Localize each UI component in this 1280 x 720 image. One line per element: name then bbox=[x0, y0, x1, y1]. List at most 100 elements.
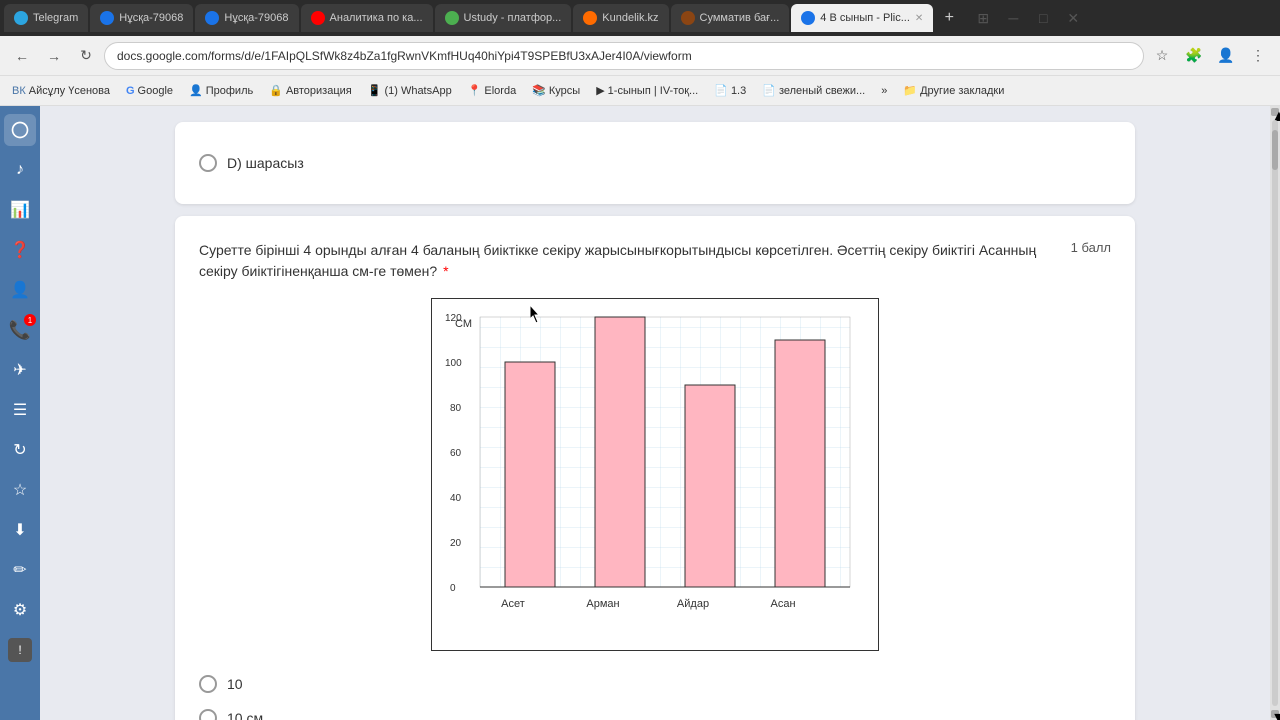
address-bar[interactable]: docs.google.com/forms/d/e/1FAIpQLSfWk8z4… bbox=[104, 42, 1144, 70]
bookmark-green[interactable]: 📄 зеленый свежи... bbox=[758, 82, 869, 99]
tab-label-current: 4 В сынып - Plic... bbox=[820, 12, 910, 24]
sidebar-download-icon[interactable]: ⬇ bbox=[4, 514, 36, 546]
radio-10[interactable] bbox=[199, 675, 217, 693]
question-text: Суретте бірінші 4 орынды алған 4 баланың… bbox=[199, 240, 1055, 282]
x-label-aset: Асет bbox=[501, 598, 525, 610]
tab-icon-nuska1 bbox=[100, 11, 114, 25]
bar-asan bbox=[775, 340, 825, 587]
bookmark-more[interactable]: » bbox=[877, 83, 891, 99]
tab-label-nuska1: Нұсқа-79068 bbox=[119, 12, 183, 24]
question-points: 1 балл bbox=[1071, 240, 1111, 255]
bookmark-auth[interactable]: 🔒 Авторизация bbox=[265, 82, 356, 99]
bookmark-aisulu[interactable]: ВК Айсұлу Үсенова bbox=[8, 83, 114, 99]
sidebar-list-icon[interactable]: ☰ bbox=[4, 394, 36, 426]
bookmark-icon-kursy: 📚 bbox=[532, 84, 546, 97]
tab-label-ustudy: Ustudy - платфор... bbox=[464, 12, 562, 24]
sidebar-user-icon[interactable]: 👤 bbox=[4, 274, 36, 306]
maximize-button[interactable]: □ bbox=[1029, 4, 1057, 32]
tab-icon-current bbox=[801, 11, 815, 25]
bookmark-label-profile: Профиль bbox=[206, 85, 254, 97]
bookmark-elorda[interactable]: 📍 Elorda bbox=[464, 82, 521, 99]
bookmark-other[interactable]: 📁 Другие закладки bbox=[899, 82, 1008, 99]
answer-option-10[interactable]: 10 bbox=[199, 667, 1111, 701]
sidebar-vk-icon[interactable] bbox=[4, 114, 36, 146]
close-button[interactable]: ✕ bbox=[1059, 4, 1087, 32]
tab-icon-nuska2 bbox=[205, 11, 219, 25]
x-label-arman: Арман bbox=[586, 598, 619, 610]
tab-icon-analytics bbox=[311, 11, 325, 25]
bookmark-label-aisulu: Айсұлу Үсенова bbox=[29, 85, 110, 97]
sidebar-settings-icon[interactable]: ⚙ bbox=[4, 594, 36, 626]
sidebar-refresh-icon[interactable]: ↻ bbox=[4, 434, 36, 466]
tab-nuska2[interactable]: Нұсқа-79068 bbox=[195, 4, 298, 32]
settings-button[interactable]: ⋮ bbox=[1244, 42, 1272, 70]
tab-kundelik[interactable]: Kundelik.kz bbox=[573, 4, 668, 32]
tab-label-kundelik: Kundelik.kz bbox=[602, 12, 658, 24]
radio-10cm[interactable] bbox=[199, 709, 217, 720]
back-button[interactable]: ← bbox=[8, 42, 36, 70]
x-label-aidar: Айдар bbox=[677, 598, 709, 610]
tab-summative[interactable]: Сумматив бағ... bbox=[671, 4, 790, 32]
tab-analytics[interactable]: Аналитика по ка... bbox=[301, 4, 433, 32]
new-tab-button[interactable]: + bbox=[935, 4, 963, 32]
sidebar-telegram-icon[interactable]: ✈ bbox=[4, 354, 36, 386]
bookmark-13[interactable]: 📄 1.3 bbox=[710, 82, 750, 99]
scrollbar-down-arrow[interactable]: ▼ bbox=[1271, 710, 1279, 718]
sidebar-question-icon[interactable]: ❓ bbox=[4, 234, 36, 266]
sidebar-star-icon[interactable]: ☆ bbox=[4, 474, 36, 506]
bookmark-whatsapp[interactable]: 📱 (1) WhatsApp bbox=[364, 82, 456, 99]
answer-option-d[interactable]: D) шарасыз bbox=[199, 146, 1111, 180]
tab-ustudy[interactable]: Ustudy - платфор... bbox=[435, 4, 572, 32]
scrollbar-track bbox=[1272, 120, 1278, 706]
previous-question-card: D) шарасыз bbox=[175, 122, 1135, 204]
sidebar-edit-icon[interactable]: ✏ bbox=[4, 554, 36, 586]
chart-container: СМ 0 20 40 60 80 100 120 bbox=[199, 298, 1111, 651]
tab-icon-kundelik bbox=[583, 11, 597, 25]
tab-telegram[interactable]: Telegram bbox=[4, 4, 88, 32]
bookmark-label-elorda: Elorda bbox=[484, 85, 516, 97]
y-label-40: 40 bbox=[450, 493, 462, 504]
tab-close-icon[interactable]: ✕ bbox=[915, 13, 923, 24]
bookmark-icon-auth: 🔒 bbox=[269, 84, 283, 97]
tab-label-analytics: Аналитика по ка... bbox=[330, 12, 423, 24]
sidebar-phone-icon[interactable]: 📞 1 bbox=[4, 314, 36, 346]
bookmark-icon-elorda: 📍 bbox=[468, 84, 482, 97]
question-header: Суретте бірінші 4 орынды алған 4 баланың… bbox=[199, 240, 1111, 282]
y-label-0: 0 bbox=[450, 583, 456, 594]
tab-icon-ustudy bbox=[445, 11, 459, 25]
bookmark-google[interactable]: G Google bbox=[122, 83, 177, 99]
tab-current[interactable]: 4 В сынып - Plic... ✕ bbox=[791, 4, 933, 32]
bookmark-label-google: Google bbox=[138, 85, 173, 97]
bookmark-icon-aisulu: ВК bbox=[12, 85, 26, 97]
bookmark-profile[interactable]: 👤 Профиль bbox=[185, 82, 257, 99]
bookmark-label-kursy: Курсы bbox=[549, 85, 580, 97]
answer-d-label: D) шарасыз bbox=[227, 155, 304, 171]
chart-wrapper: СМ 0 20 40 60 80 100 120 bbox=[431, 298, 879, 651]
bookmark-label-1class: 1-сынып | IV-тоқ... bbox=[608, 85, 699, 97]
form-content: D) шарасыз Суретте бірінші 4 орынды алға… bbox=[40, 106, 1270, 720]
forward-button[interactable]: → bbox=[40, 42, 68, 70]
right-scrollbar[interactable]: ▲ ▼ bbox=[1270, 106, 1280, 720]
extensions-icon[interactable]: 🧩 bbox=[1180, 42, 1208, 70]
tab-icon-telegram bbox=[14, 11, 28, 25]
scrollbar-up-arrow[interactable]: ▲ bbox=[1271, 108, 1279, 116]
tab-nuska1[interactable]: Нұсқа-79068 bbox=[90, 4, 193, 32]
profile-button[interactable]: 👤 bbox=[1212, 42, 1240, 70]
minimize-button[interactable]: ─ bbox=[999, 4, 1027, 32]
sidebar-warning-icon[interactable]: ! bbox=[4, 634, 36, 666]
sidebar-music-icon[interactable]: ♪ bbox=[4, 154, 36, 186]
extensions-button[interactable]: ⊞ bbox=[969, 4, 997, 32]
scrollbar-thumb[interactable] bbox=[1272, 130, 1278, 170]
bookmark-page-button[interactable]: ☆ bbox=[1148, 42, 1176, 70]
reload-button[interactable]: ↻ bbox=[72, 42, 100, 70]
tab-label-telegram: Telegram bbox=[33, 12, 78, 24]
bookmark-kursy[interactable]: 📚 Курсы bbox=[528, 82, 584, 99]
main-question-card: Суретте бірінші 4 орынды алған 4 баланың… bbox=[175, 216, 1135, 720]
y-label-20: 20 bbox=[450, 538, 462, 549]
bookmark-1class[interactable]: ▶ 1-сынып | IV-тоқ... bbox=[592, 82, 702, 99]
radio-d[interactable] bbox=[199, 154, 217, 172]
sidebar-stats-icon[interactable]: 📊 bbox=[4, 194, 36, 226]
bar-arman bbox=[595, 317, 645, 587]
tab-label-summative: Сумматив бағ... bbox=[700, 12, 780, 24]
answer-option-10cm[interactable]: 10 см bbox=[199, 701, 1111, 720]
